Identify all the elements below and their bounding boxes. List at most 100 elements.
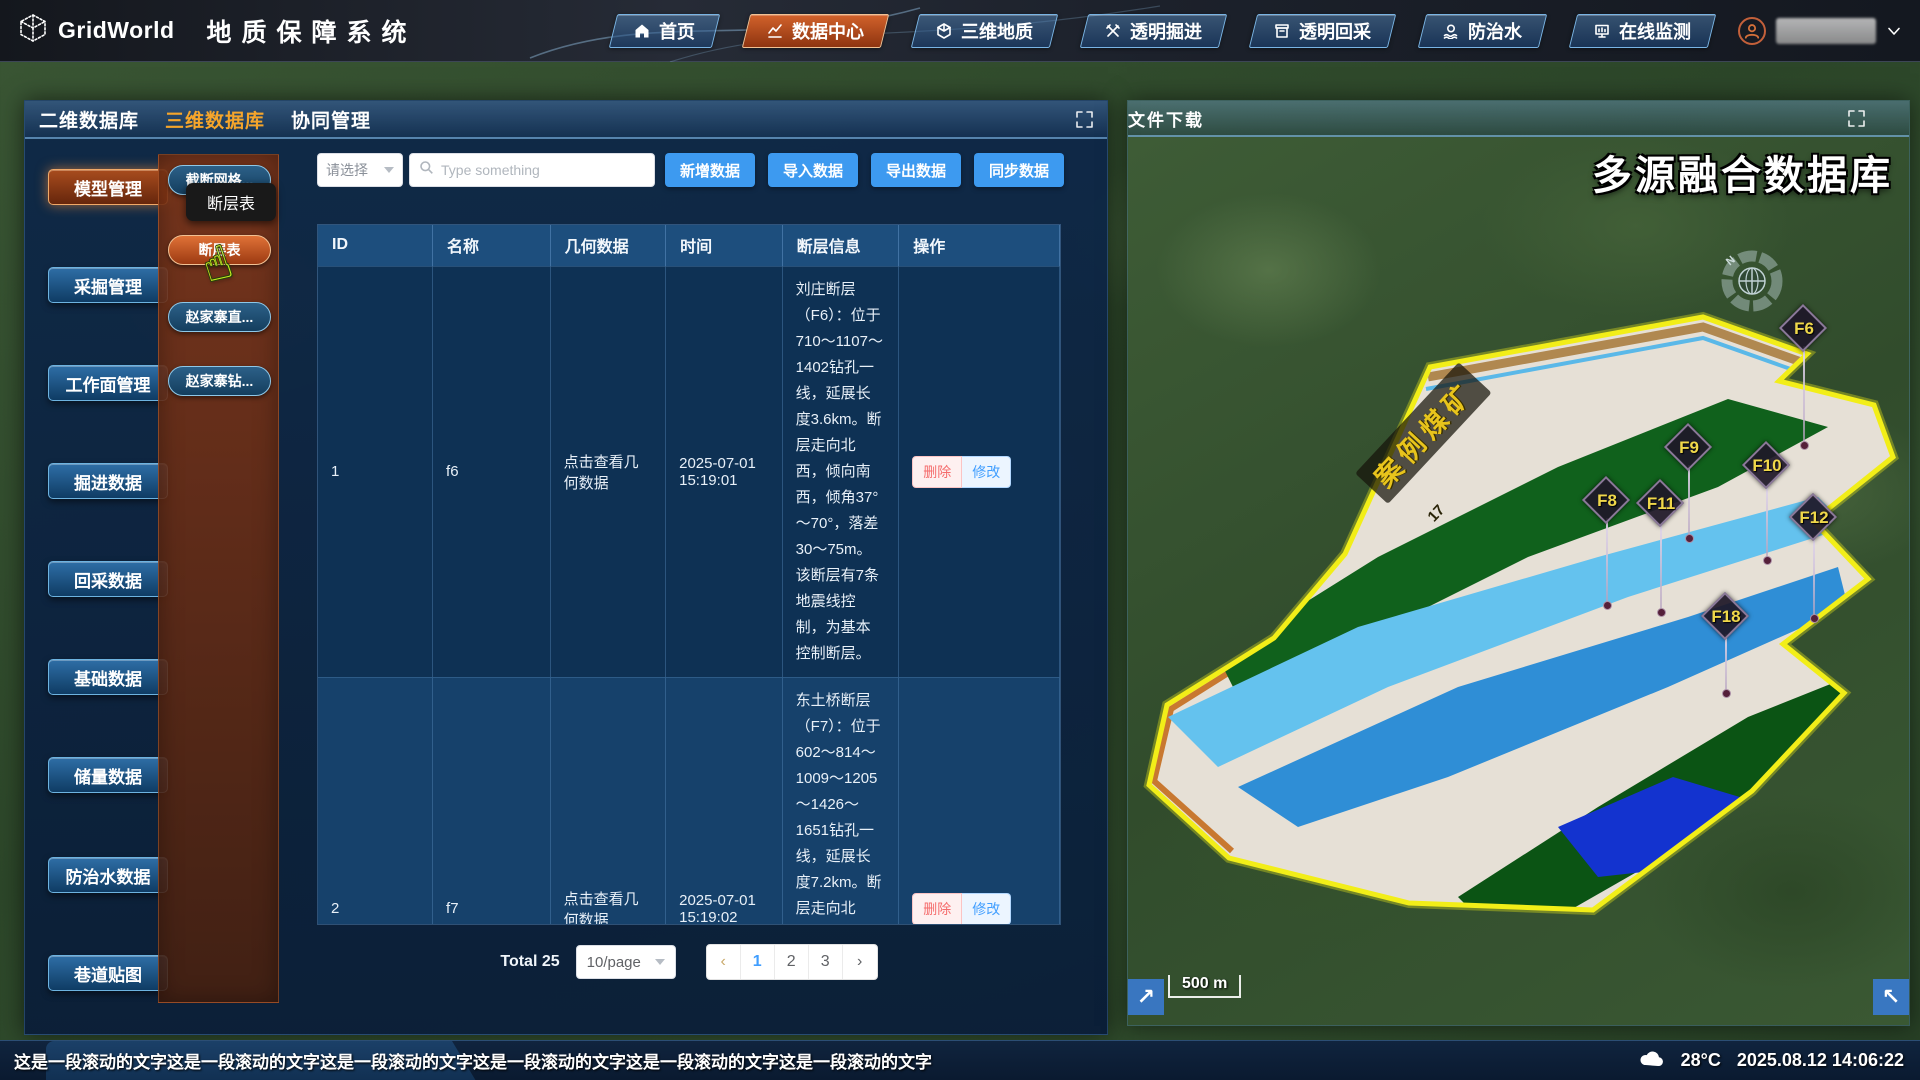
- cell-name: f7: [433, 677, 551, 925]
- prev-page-button[interactable]: ‹: [707, 945, 741, 979]
- nav-item-water-control[interactable]: 防治水: [1418, 14, 1547, 48]
- marker-label: F12: [1791, 495, 1837, 541]
- sidebar-item-model-management[interactable]: 模型管理: [48, 169, 168, 205]
- page-button-2[interactable]: 2: [775, 945, 809, 979]
- marker-label: F8: [1584, 478, 1630, 524]
- brand: GridWorld 地质保障系统: [18, 13, 417, 49]
- chevron-down-icon[interactable]: [1886, 23, 1902, 39]
- home-icon: [634, 23, 650, 39]
- expand-map-button-bottom-right[interactable]: ↖: [1873, 979, 1909, 1015]
- map-3d-view[interactable]: 多源融合数据库 案例煤矿 17 F6 F9 F10 F8 F11: [1128, 137, 1909, 1025]
- top-navbar: GridWorld 地质保障系统 首页 数据中心 三维地质 透明掘进 透明回采 …: [0, 0, 1920, 62]
- table-row: 2 f7 点击查看几何数据 2025-07-01 15:19:02 东土桥断层（…: [318, 677, 1060, 925]
- next-page-button[interactable]: ›: [843, 945, 877, 979]
- database-panel: 二维数据库 三维数据库 协同管理 模型管理 采掘管理 工作面管理 掘进数据 回采…: [24, 100, 1108, 1035]
- status-right: 28°C 2025.08.12 14:06:22: [1639, 1049, 1904, 1072]
- marker-label: F11: [1638, 481, 1684, 527]
- nav-item-transparent-mining[interactable]: 透明回采: [1249, 14, 1396, 48]
- fault-marker-f10[interactable]: F10: [1744, 443, 1790, 489]
- fault-marker-f18[interactable]: F18: [1703, 594, 1749, 640]
- nav-item-data-center[interactable]: 数据中心: [742, 14, 889, 48]
- nav-label: 三维地质: [961, 18, 1033, 44]
- fault-marker-f11[interactable]: F11: [1638, 481, 1684, 527]
- sidebar-item-basic-data[interactable]: 基础数据: [48, 659, 168, 695]
- water-icon: [1443, 23, 1459, 39]
- nav-label: 防治水: [1468, 18, 1522, 44]
- marker-pin: [1813, 535, 1815, 617]
- database-panel-header: 二维数据库 三维数据库 协同管理: [25, 101, 1107, 139]
- sidebar-item-mining-management[interactable]: 采掘管理: [48, 267, 168, 303]
- import-data-button[interactable]: 导入数据: [768, 153, 858, 187]
- nav-label: 透明回采: [1299, 18, 1371, 44]
- marker-label: F10: [1744, 443, 1790, 489]
- tools-icon: [1105, 23, 1121, 39]
- nav-item-transparent-excavation[interactable]: 透明掘进: [1080, 14, 1227, 48]
- fullscreen-icon[interactable]: [1848, 110, 1865, 127]
- system-title: 地质保障系统: [207, 13, 417, 49]
- expand-map-button-bottom-left[interactable]: ↗: [1128, 979, 1164, 1015]
- filter-select[interactable]: 请选择: [317, 153, 403, 187]
- sync-data-button[interactable]: 同步数据: [974, 153, 1064, 187]
- tab-3d-database[interactable]: 三维数据库: [165, 106, 265, 133]
- col-header-geometry: 几何数据: [550, 225, 666, 266]
- compass-control[interactable]: N: [1720, 249, 1784, 313]
- fault-marker-f8[interactable]: F8: [1584, 478, 1630, 524]
- sidebar-item-water-control-data[interactable]: 防治水数据: [48, 857, 168, 893]
- add-data-button[interactable]: 新增数据: [665, 153, 755, 187]
- table-header-row: ID 名称 几何数据 时间 断层信息 操作: [318, 225, 1060, 266]
- map-panel-header: 文件下载: [1128, 101, 1909, 137]
- sidebar-item-excavation-data[interactable]: 掘进数据: [48, 463, 168, 499]
- page-button-3[interactable]: 3: [809, 945, 843, 979]
- table-area: 请选择 新增数据 导入数据 导出数据 同步数据 ID 名称 几何数据: [317, 139, 1065, 1036]
- marker-pin: [1660, 521, 1662, 611]
- submenu-item-zhaojiazhai-zhi[interactable]: 赵家寨直...: [168, 302, 271, 332]
- nav-item-3d-geology[interactable]: 三维地质: [911, 14, 1058, 48]
- fault-marker-f12[interactable]: F12: [1791, 495, 1837, 541]
- pagination: Total 25 10/page ‹ 1 2 3 ›: [317, 944, 1061, 980]
- cell-id: 1: [318, 266, 433, 677]
- cell-geometry-link[interactable]: 点击查看几何数据: [550, 266, 666, 677]
- modify-button[interactable]: 修改: [962, 893, 1011, 925]
- marker-pin: [1688, 465, 1690, 537]
- sidebar-item-reserve-data[interactable]: 储量数据: [48, 757, 168, 793]
- fault-marker-f6[interactable]: F6: [1781, 306, 1827, 352]
- search-input[interactable]: [441, 162, 645, 178]
- database-tabs: 二维数据库 三维数据库 协同管理: [39, 106, 371, 133]
- fullscreen-icon[interactable]: [1076, 111, 1093, 128]
- cell-fault-info: 东土桥断层（F7）：位于602～814～1009～1205～1426～1651钻…: [782, 677, 899, 925]
- search-box: [409, 153, 655, 187]
- modify-button[interactable]: 修改: [962, 456, 1011, 488]
- marker-label: F18: [1703, 594, 1749, 640]
- sidebar-item-workface-management[interactable]: 工作面管理: [48, 365, 168, 401]
- map-panel: 文件下载: [1127, 100, 1910, 1026]
- nav-item-online-monitoring[interactable]: 在线监测: [1569, 14, 1716, 48]
- delete-button[interactable]: 删除: [912, 893, 962, 925]
- delete-button[interactable]: 删除: [912, 456, 962, 488]
- page-button-1[interactable]: 1: [741, 945, 775, 979]
- file-download-button[interactable]: 文件下载: [1128, 106, 1204, 131]
- marker-pin: [1606, 518, 1608, 604]
- user-avatar[interactable]: [1738, 17, 1766, 45]
- map-overlay-title: 多源融合数据库: [1592, 143, 1893, 201]
- chart-icon: [767, 23, 783, 39]
- sidebar-item-mining-data[interactable]: 回采数据: [48, 561, 168, 597]
- page-size-value: 10/page: [587, 954, 641, 971]
- user-zone: [1738, 17, 1902, 45]
- submenu-item-zhaojiazhai-zuan[interactable]: 赵家寨钻...: [168, 366, 271, 396]
- weather-cloud-icon: [1639, 1049, 1665, 1072]
- page-size-select[interactable]: 10/page: [576, 945, 676, 979]
- box-icon: [1274, 23, 1290, 39]
- marker-label: F9: [1666, 425, 1712, 471]
- fault-marker-f9[interactable]: F9: [1666, 425, 1712, 471]
- tab-2d-database[interactable]: 二维数据库: [39, 106, 139, 133]
- username-redacted[interactable]: [1776, 18, 1876, 44]
- tab-collaboration[interactable]: 协同管理: [291, 106, 371, 133]
- datetime-value: 2025.08.12 14:06:22: [1737, 1050, 1904, 1071]
- cell-time: 2025-07-01 15:19:01: [666, 266, 783, 677]
- sidebar-item-roadway-texture[interactable]: 巷道贴图: [48, 955, 168, 991]
- export-data-button[interactable]: 导出数据: [871, 153, 961, 187]
- model-submenu: 截断网格... 断层表 赵家寨直... 赵家寨钻... 断层表 ☝: [158, 154, 279, 1003]
- table-row: 1 f6 点击查看几何数据 2025-07-01 15:19:01 刘庄断层（F…: [318, 266, 1060, 677]
- nav-item-home[interactable]: 首页: [609, 14, 720, 48]
- cell-geometry-link[interactable]: 点击查看几何数据: [550, 677, 666, 925]
